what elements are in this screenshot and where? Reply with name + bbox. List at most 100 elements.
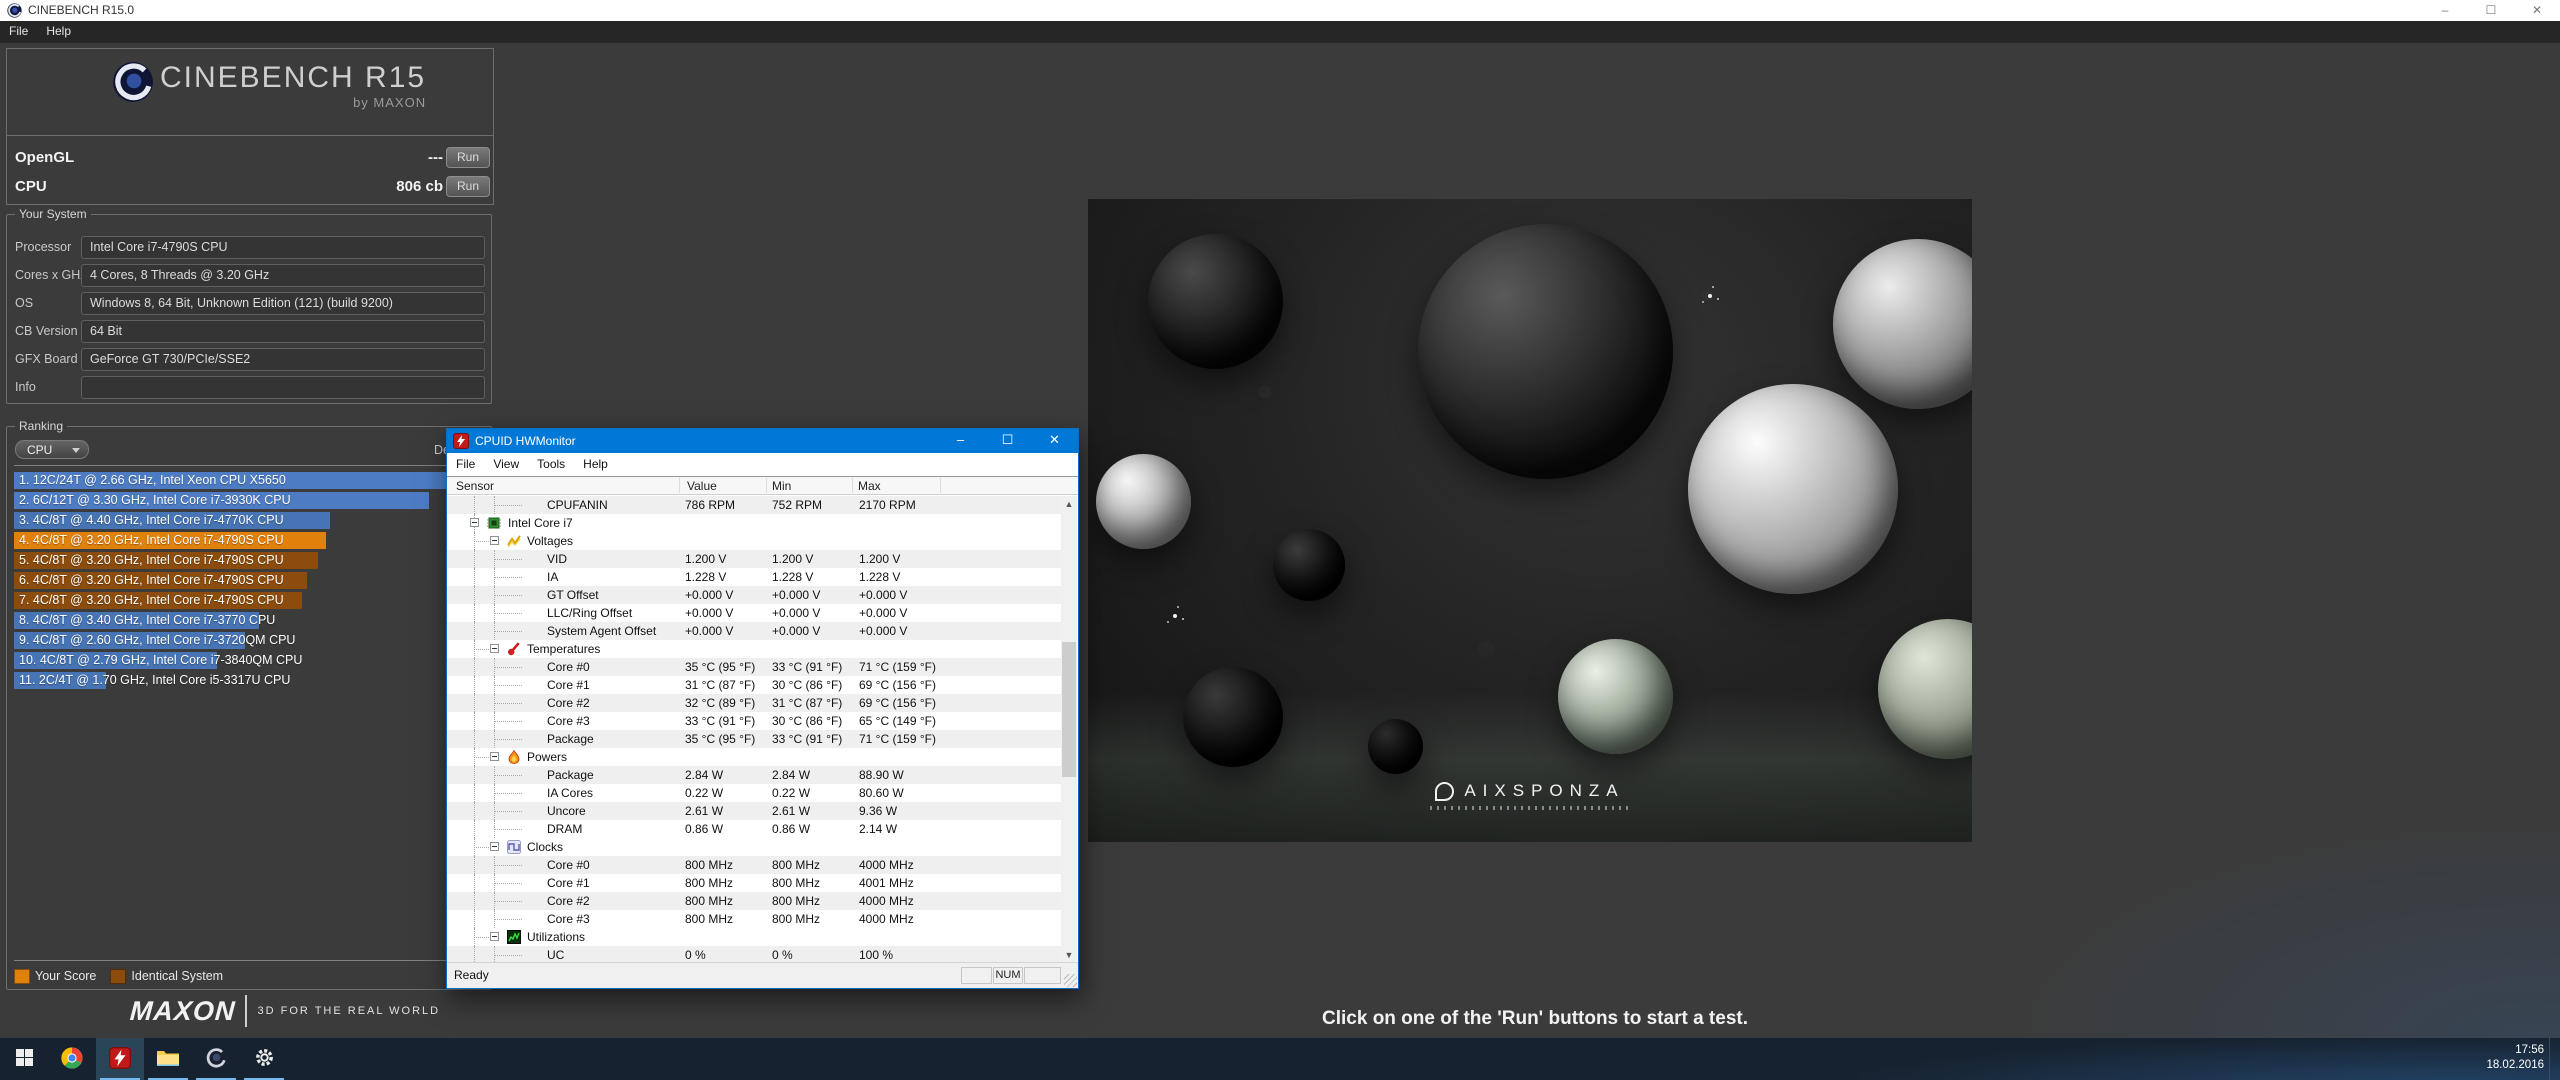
sensor-name: Core #1 — [547, 876, 590, 890]
sensor-row[interactable]: Powers — [447, 748, 1063, 766]
ranking-filter-dropdown[interactable]: CPU — [15, 440, 89, 459]
taskbar-app-chrome[interactable] — [48, 1038, 96, 1080]
column-separator[interactable] — [940, 478, 941, 493]
ranking-row[interactable]: 5. 4C/8T @ 3.20 GHz, Intel Core i7-4790S… — [14, 551, 486, 571]
tree-collapse-button[interactable] — [490, 752, 499, 761]
ranking-row[interactable]: 2. 6C/12T @ 3.30 GHz, Intel Core i7-3930… — [14, 491, 486, 511]
ranking-row[interactable]: 6. 4C/8T @ 3.20 GHz, Intel Core i7-4790S… — [14, 571, 486, 591]
sensor-row[interactable]: Core #035 °C (95 °F)33 °C (91 °F)71 °C (… — [447, 658, 1063, 676]
sensor-row[interactable]: GT Offset+0.000 V+0.000 V+0.000 V — [447, 586, 1063, 604]
sensor-row[interactable]: LLC/Ring Offset+0.000 V+0.000 V+0.000 V — [447, 604, 1063, 622]
sensor-row[interactable]: CPUFANIN786 RPM752 RPM2170 RPM — [447, 496, 1063, 514]
taskbar-clock[interactable]: 17:56 18.02.2016 — [2486, 1043, 2544, 1073]
column-header-sensor[interactable]: Sensor — [456, 479, 494, 493]
column-header-min[interactable]: Min — [772, 479, 791, 493]
menubar-item-help[interactable]: Help — [37, 21, 80, 41]
menubar-item-file[interactable]: File — [447, 453, 484, 475]
tree-collapse-button[interactable] — [490, 932, 499, 941]
sensor-row[interactable]: IA1.228 V1.228 V1.228 V — [447, 568, 1063, 586]
taskbar-app-cinema4d[interactable] — [192, 1038, 240, 1080]
close-button[interactable]: ✕ — [1031, 429, 1078, 453]
taskbar-app-explorer[interactable] — [144, 1038, 192, 1080]
hwmonitor-titlebar[interactable]: CPUID HWMonitor – ☐ ✕ — [447, 429, 1078, 453]
cinebench-titlebar[interactable]: CINEBENCH R15.0 – ☐ ✕ — [0, 0, 2560, 21]
start-button[interactable] — [0, 1038, 48, 1080]
menubar-item-file[interactable]: File — [0, 21, 37, 41]
taskbar: 17:56 18.02.2016 — [0, 1038, 2560, 1080]
resize-grip[interactable] — [1064, 974, 1077, 987]
sensor-row[interactable]: Uncore2.61 W2.61 W9.36 W — [447, 802, 1063, 820]
sensor-row[interactable]: DRAM0.86 W0.86 W2.14 W — [447, 820, 1063, 838]
sensor-row[interactable]: IA Cores0.22 W0.22 W80.60 W — [447, 784, 1063, 802]
sensor-row[interactable]: VID1.200 V1.200 V1.200 V — [447, 550, 1063, 568]
column-header-max[interactable]: Max — [858, 479, 881, 493]
cinebench-logo: CINEBENCH R15 by MAXON — [112, 61, 426, 110]
column-separator[interactable] — [852, 478, 853, 493]
sensor-name: Core #3 — [547, 912, 590, 926]
column-separator[interactable] — [679, 478, 680, 493]
sensor-value: 800 MHz — [685, 858, 733, 872]
close-button[interactable]: ✕ — [2514, 0, 2560, 21]
show-desktop-button[interactable] — [2549, 1038, 2560, 1080]
sensor-row[interactable]: Core #3800 MHz800 MHz4000 MHz — [447, 910, 1063, 928]
sensor-row[interactable]: Core #131 °C (87 °F)30 °C (86 °F)69 °C (… — [447, 676, 1063, 694]
scroll-up-icon[interactable]: ▲ — [1061, 496, 1077, 513]
sensor-row[interactable]: Core #232 °C (89 °F)31 °C (87 °F)69 °C (… — [447, 694, 1063, 712]
system-row-field[interactable]: 64 Bit — [81, 320, 485, 343]
ranking-row[interactable]: 9. 4C/8T @ 2.60 GHz, Intel Core i7-3720Q… — [14, 631, 486, 651]
ranking-row[interactable]: 1. 12C/24T @ 2.66 GHz, Intel Xeon CPU X5… — [14, 471, 486, 491]
sensor-row[interactable]: Core #333 °C (91 °F)30 °C (86 °F)65 °C (… — [447, 712, 1063, 730]
ranking-row[interactable]: 11. 2C/4T @ 1.70 GHz, Intel Core i5-3317… — [14, 671, 486, 691]
menubar-item-help[interactable]: Help — [574, 453, 617, 475]
menubar-item-view[interactable]: View — [484, 453, 528, 475]
cpu-chip-icon — [487, 516, 501, 530]
system-row-field[interactable]: Intel Core i7-4790S CPU — [81, 236, 485, 259]
ranking-row[interactable]: 7. 4C/8T @ 3.20 GHz, Intel Core i7-4790S… — [14, 591, 486, 611]
sensor-row[interactable]: Core #2800 MHz800 MHz4000 MHz — [447, 892, 1063, 910]
system-row-field[interactable] — [81, 376, 485, 399]
sensor-row[interactable]: Utilizations — [447, 928, 1063, 946]
tree-collapse-button[interactable] — [490, 644, 499, 653]
minimize-button[interactable]: – — [2422, 0, 2468, 21]
maxon-wordmark: MAXON — [129, 996, 237, 1027]
system-row-field[interactable]: 4 Cores, 8 Threads @ 3.20 GHz — [81, 264, 485, 287]
system-row: Info — [7, 376, 491, 398]
maximize-button[interactable]: ☐ — [2468, 0, 2514, 21]
ranking-row[interactable]: 3. 4C/8T @ 4.40 GHz, Intel Core i7-4770K… — [14, 511, 486, 531]
tree-collapse-button[interactable] — [490, 842, 499, 851]
tree-collapse-button[interactable] — [470, 518, 479, 527]
cinebench-app-icon — [7, 3, 22, 18]
ranking-row[interactable]: 8. 4C/8T @ 3.40 GHz, Intel Core i7-3770 … — [14, 611, 486, 631]
column-header-value[interactable]: Value — [687, 479, 717, 493]
scrollbar[interactable]: ▲ ▼ — [1061, 496, 1077, 964]
ranking-row[interactable]: 4. 4C/8T @ 3.20 GHz, Intel Core i7-4790S… — [14, 531, 486, 551]
sensor-row[interactable]: Package2.84 W2.84 W88.90 W — [447, 766, 1063, 784]
menubar-item-tools[interactable]: Tools — [528, 453, 574, 475]
logo-title: CINEBENCH R15 — [160, 61, 426, 95]
sensor-row[interactable]: Voltages — [447, 532, 1063, 550]
tree-guide — [474, 757, 489, 758]
scrollbar-thumb[interactable] — [1062, 642, 1076, 777]
taskbar-app-hwmonitor[interactable] — [96, 1038, 144, 1080]
column-separator[interactable] — [766, 478, 767, 493]
taskbar-app-settings[interactable] — [240, 1038, 288, 1080]
run-button-opengl[interactable]: Run — [446, 147, 490, 168]
sensor-row[interactable]: Intel Core i7 — [447, 514, 1063, 532]
sensor-row[interactable]: System Agent Offset+0.000 V+0.000 V+0.00… — [447, 622, 1063, 640]
sensor-row[interactable]: Core #0800 MHz800 MHz4000 MHz — [447, 856, 1063, 874]
system-row-field[interactable]: Windows 8, 64 Bit, Unknown Edition (121)… — [81, 292, 485, 315]
ranking-row[interactable]: 10. 4C/8T @ 2.79 GHz, Intel Core i7-3840… — [14, 651, 486, 671]
tree-guide — [474, 541, 489, 542]
minimize-button[interactable]: – — [937, 429, 984, 453]
run-button-cpu[interactable]: Run — [446, 176, 490, 197]
sensor-row[interactable]: Temperatures — [447, 640, 1063, 658]
sensor-row[interactable]: Core #1800 MHz800 MHz4001 MHz — [447, 874, 1063, 892]
sensor-table-header[interactable]: Sensor Value Min Max — [447, 477, 1078, 495]
system-row-field[interactable]: GeForce GT 730/PCIe/SSE2 — [81, 348, 485, 371]
sensor-row[interactable]: Package35 °C (95 °F)33 °C (91 °F)71 °C (… — [447, 730, 1063, 748]
legend-label: Your Score — [35, 969, 96, 983]
maximize-button[interactable]: ☐ — [984, 429, 1031, 453]
tree-collapse-button[interactable] — [490, 536, 499, 545]
sensor-row[interactable]: Clocks — [447, 838, 1063, 856]
render-sphere — [1688, 384, 1898, 594]
